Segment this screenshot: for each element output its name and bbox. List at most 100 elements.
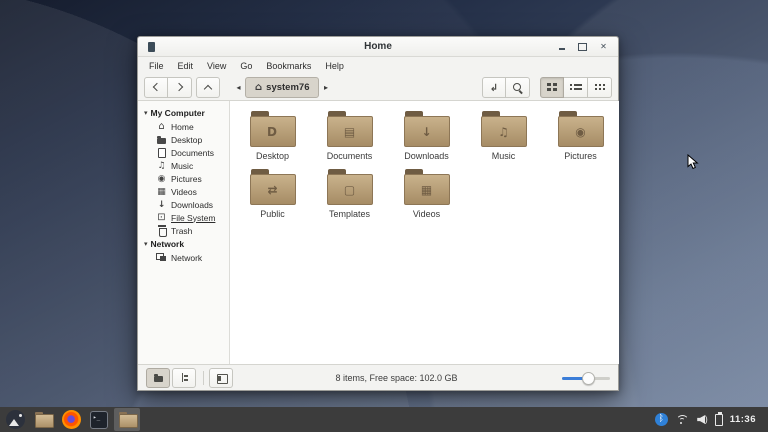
battery-icon[interactable]	[715, 414, 723, 426]
folder-music[interactable]: Music	[465, 111, 542, 169]
sidebar-item-label: Home	[171, 122, 194, 132]
compact-view-button[interactable]	[588, 77, 612, 98]
titlebar[interactable]: Home	[138, 37, 618, 57]
sidebar-item-home[interactable]: Home	[138, 120, 229, 133]
slider-knob[interactable]	[582, 372, 595, 385]
taskbar-app-desktop-folder[interactable]	[30, 408, 56, 431]
sidebar-item-label: Pictures	[171, 174, 202, 184]
chevron-right-icon	[174, 83, 182, 91]
downloads-emblem-icon	[421, 125, 431, 139]
list-view-button[interactable]	[564, 77, 588, 98]
public-emblem-icon	[267, 183, 277, 197]
app-menu-icon	[6, 410, 25, 429]
toggle-location-entry-button[interactable]	[482, 77, 506, 98]
sidebar-item-music[interactable]: Music	[138, 159, 229, 172]
down-icon	[156, 199, 167, 210]
doc-icon	[156, 147, 167, 158]
menubar: FileEditViewGoBookmarksHelp	[138, 57, 618, 74]
taskbar-app-terminal[interactable]	[86, 408, 112, 431]
folder-icon	[558, 111, 604, 147]
menu-go[interactable]: Go	[233, 59, 259, 73]
sidebar-item-label: Downloads	[171, 200, 213, 210]
folder-icon	[156, 135, 167, 146]
sidebar-toggle-icon	[216, 372, 227, 383]
menu-view[interactable]: View	[200, 59, 233, 73]
folder-desktop[interactable]: Desktop	[234, 111, 311, 169]
folder-label: Desktop	[256, 151, 289, 161]
forward-button[interactable]	[168, 77, 192, 98]
menu-edit[interactable]: Edit	[171, 59, 201, 73]
taskbar-app-app-menu[interactable]	[2, 408, 28, 431]
up-button[interactable]	[196, 77, 220, 98]
folder-templates[interactable]: Templates	[311, 169, 388, 227]
minimize-button[interactable]	[555, 40, 568, 53]
sidebar-item-desktop[interactable]: Desktop	[138, 133, 229, 146]
icon-view-button[interactable]	[540, 77, 564, 98]
search-icon	[512, 82, 523, 93]
maximize-button[interactable]	[576, 40, 589, 53]
videos-emblem-icon	[421, 183, 432, 197]
breadcrumb: ◂ system76 ▸	[232, 77, 332, 98]
music-icon	[156, 160, 167, 171]
status-text: 8 items, Free space: 102.0 GB	[235, 373, 558, 383]
chevron-left-icon	[153, 83, 161, 91]
toggle-sidebar-button[interactable]	[209, 368, 233, 388]
back-button[interactable]	[144, 77, 168, 98]
menu-help[interactable]: Help	[318, 59, 351, 73]
folder-label: Downloads	[404, 151, 449, 161]
sidebar-item-documents[interactable]: Documents	[138, 146, 229, 159]
folder-downloads[interactable]: Downloads	[388, 111, 465, 169]
sidebar-item-label: Trash	[171, 226, 192, 236]
breadcrumb-scroll-left[interactable]: ◂	[232, 77, 245, 98]
volume-icon[interactable]	[695, 414, 708, 425]
folder-videos[interactable]: Videos	[388, 169, 465, 227]
toolbar: ◂ system76 ▸	[138, 74, 618, 101]
taskbar-app-firefox[interactable]	[58, 408, 84, 431]
places-icon	[153, 372, 164, 383]
mouse-cursor	[687, 154, 699, 171]
sidebar-item-file-system[interactable]: File System	[138, 211, 229, 224]
desktop-folder-icon	[34, 410, 53, 429]
file-view[interactable]: Desktop Documents Downloads MusicPictures Pu…	[230, 101, 619, 364]
sidebar-item-trash[interactable]: Trash	[138, 224, 229, 237]
show-treeview-button[interactable]	[172, 368, 196, 388]
folder-icon	[250, 111, 296, 147]
folder-label: Documents	[327, 151, 373, 161]
chevron-up-icon	[204, 84, 212, 92]
file-manager-icon	[118, 410, 137, 429]
folder-icon	[250, 169, 296, 205]
sidebar-section-network[interactable]: Network	[138, 237, 229, 251]
section-label: My Computer	[151, 108, 205, 118]
show-places-button[interactable]	[146, 368, 170, 388]
list-view-icon	[570, 82, 582, 92]
clock[interactable]: 11:36	[730, 414, 756, 425]
sidebar-item-label: Music	[171, 161, 193, 171]
menu-bookmarks[interactable]: Bookmarks	[259, 59, 318, 73]
sidebar-item-videos[interactable]: Videos	[138, 185, 229, 198]
taskbar-app-file-manager[interactable]	[114, 408, 140, 431]
drive-icon	[156, 212, 167, 223]
documents-emblem-icon	[344, 125, 355, 139]
sidebar-item-downloads[interactable]: Downloads	[138, 198, 229, 211]
search-button[interactable]	[506, 77, 530, 98]
folder-pictures[interactable]: Pictures	[542, 111, 619, 169]
network-icon	[156, 252, 167, 263]
trash-icon	[156, 225, 167, 236]
menu-file[interactable]: File	[142, 59, 171, 73]
bluetooth-icon[interactable]	[655, 413, 668, 426]
sidebar-item-network[interactable]: Network	[138, 251, 229, 264]
sidebar-item-label: Documents	[171, 148, 214, 158]
folder-public[interactable]: Public	[234, 169, 311, 227]
folder-documents[interactable]: Documents	[311, 111, 388, 169]
file-manager-window: Home FileEditViewGoBookmarksHelp ◂ syste…	[137, 36, 619, 391]
sidebar-section-my-computer[interactable]: My Computer	[138, 106, 229, 120]
close-button[interactable]	[597, 40, 610, 53]
breadcrumb-label: system76	[266, 82, 309, 93]
wifi-icon[interactable]	[675, 415, 688, 425]
breadcrumb-home-button[interactable]: system76	[245, 77, 319, 98]
zoom-slider[interactable]	[562, 371, 610, 385]
breadcrumb-scroll-right[interactable]: ▸	[319, 77, 332, 98]
taskbar: 11:36	[0, 407, 768, 432]
statusbar: 8 items, Free space: 102.0 GB	[138, 364, 618, 390]
sidebar-item-pictures[interactable]: Pictures	[138, 172, 229, 185]
